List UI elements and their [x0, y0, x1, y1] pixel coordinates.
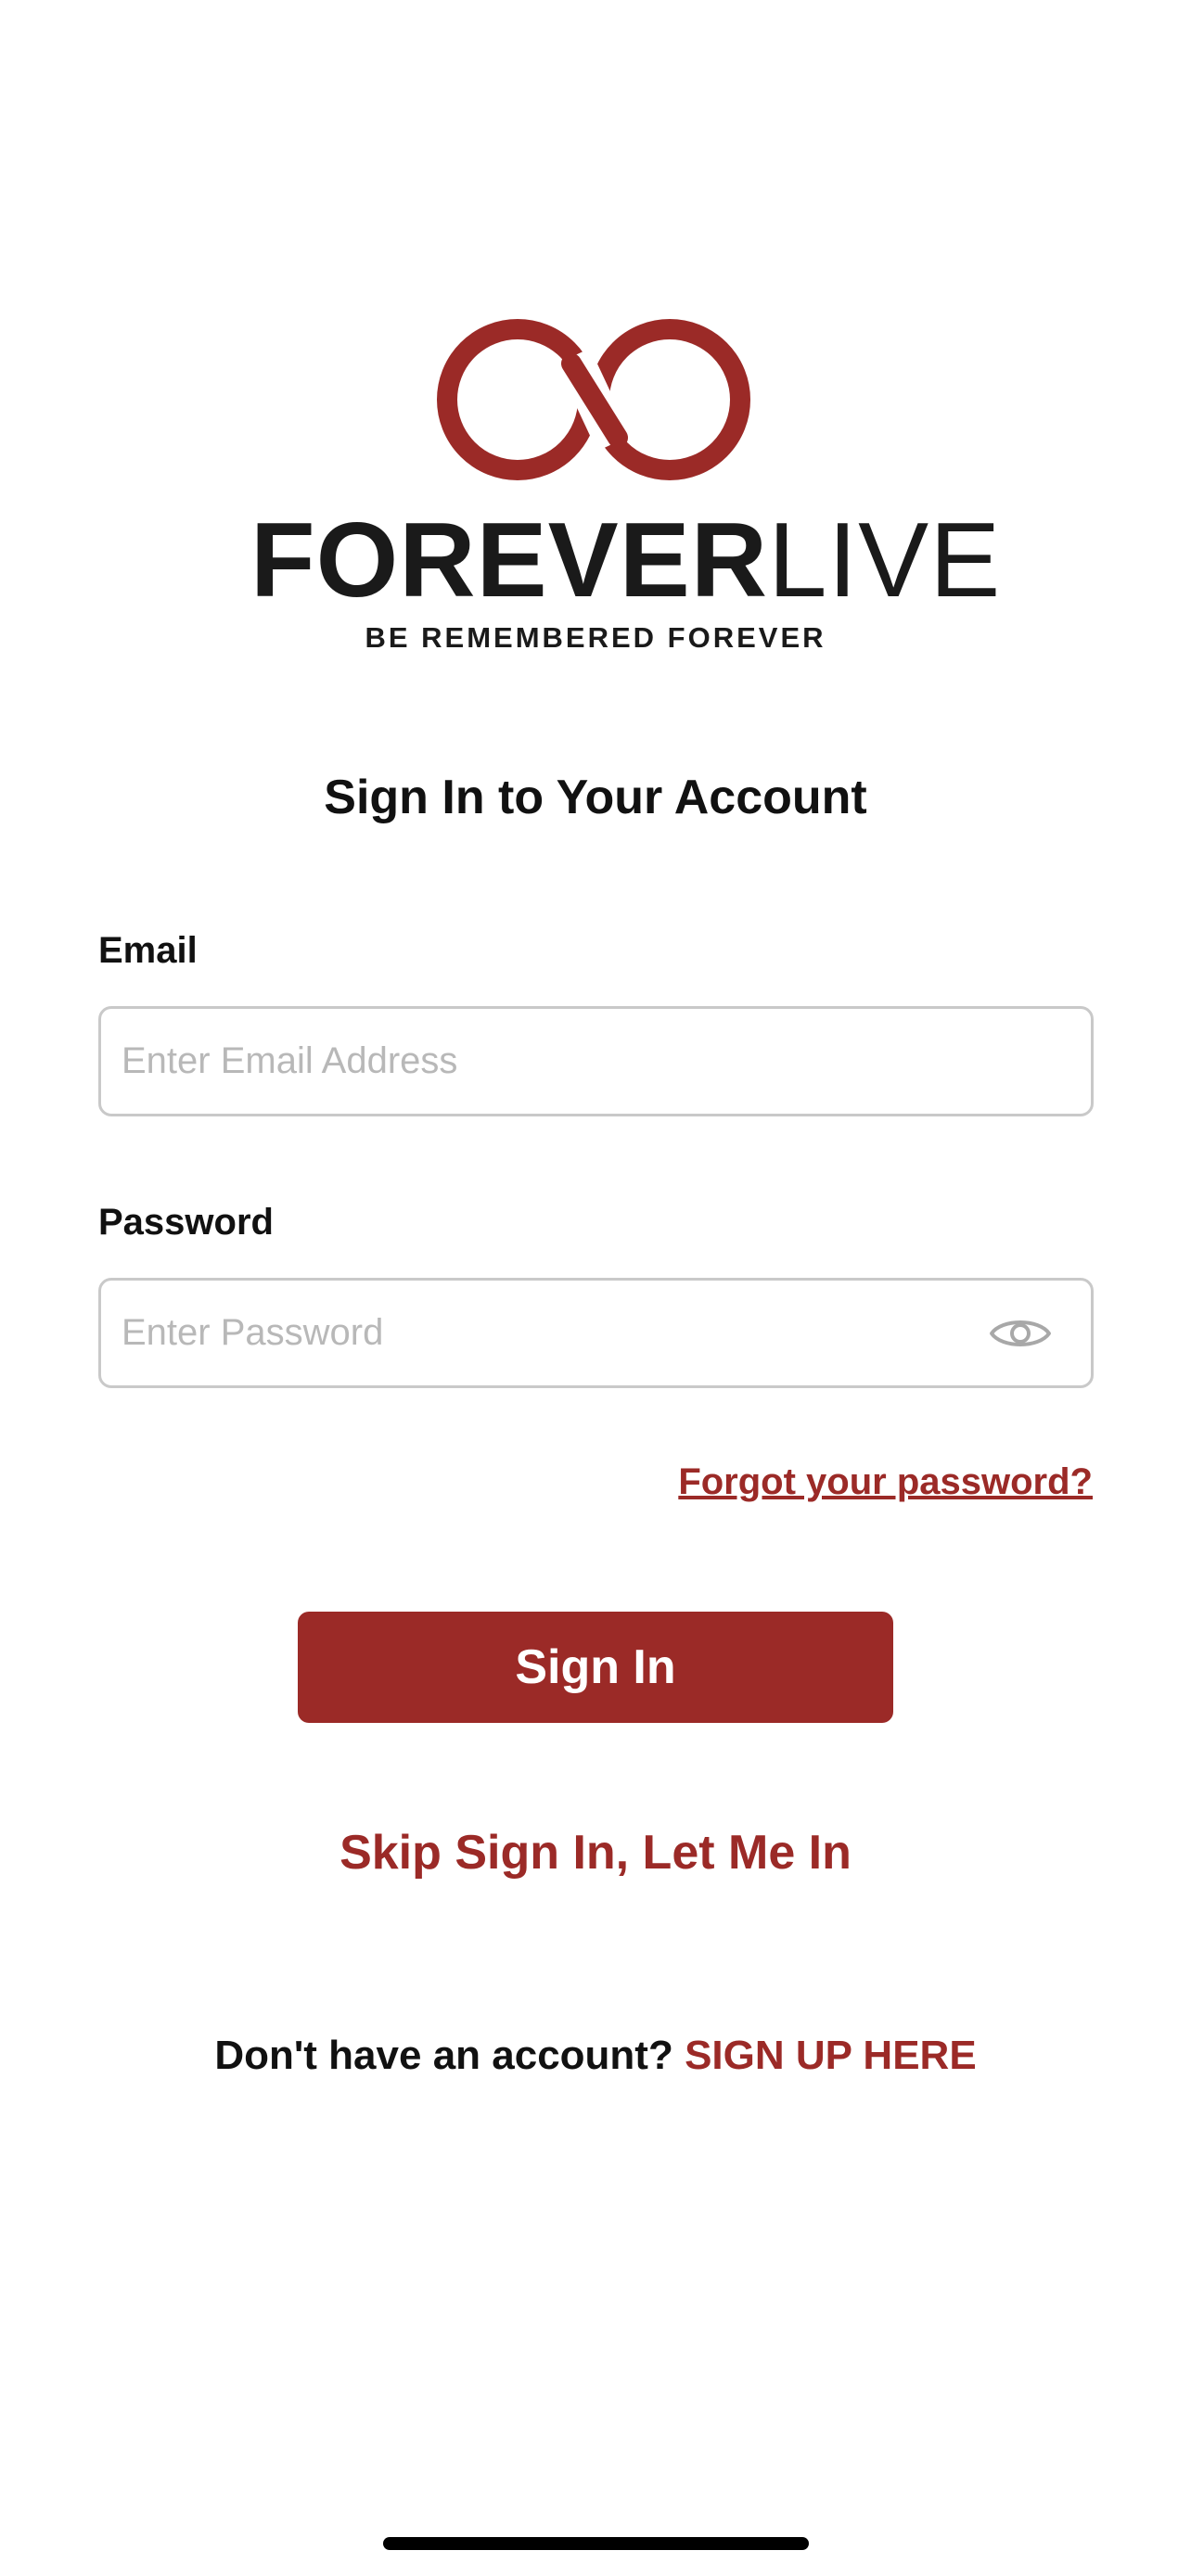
- forgot-password-link[interactable]: Forgot your password?: [678, 1461, 1093, 1503]
- email-field-container: [98, 1006, 1094, 1116]
- email-label: Email: [98, 930, 198, 971]
- logo-wordmark-light: LIVE: [768, 502, 1002, 619]
- logo-tagline: BE REMEMBERED FOREVER: [365, 621, 826, 654]
- sign-up-link[interactable]: SIGN UP HERE: [685, 2033, 977, 2078]
- skip-sign-in-link[interactable]: Skip Sign In, Let Me In: [0, 1825, 1191, 1881]
- logo-wordmark-bold: FOREVER: [250, 502, 769, 619]
- infinity-logo-icon: [437, 319, 750, 480]
- logo-wordmark: FOREVERLIVE: [250, 501, 1000, 621]
- home-indicator[interactable]: [383, 2537, 809, 2550]
- password-label: Password: [98, 1202, 274, 1243]
- page-title: Sign In to Your Account: [324, 771, 867, 824]
- email-field[interactable]: [122, 1009, 1070, 1114]
- show-password-toggle[interactable]: [983, 1306, 1057, 1361]
- eye-icon: [990, 1320, 1051, 1346]
- sign-in-screen: FOREVERLIVE BE REMEMBERED FOREVER Sign I…: [0, 0, 1191, 2576]
- foreverlive-logo: FOREVERLIVE BE REMEMBERED FOREVER: [250, 315, 1000, 658]
- password-field[interactable]: [122, 1281, 983, 1385]
- sign-in-button[interactable]: Sign In: [298, 1612, 893, 1723]
- signup-prompt: Don't have an account?: [214, 2033, 685, 2078]
- signup-row: Don't have an account? SIGN UP HERE: [0, 2033, 1191, 2079]
- password-field-container: [98, 1278, 1094, 1388]
